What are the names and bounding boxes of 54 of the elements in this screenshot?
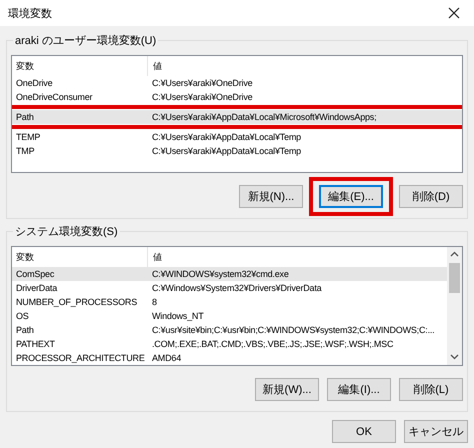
dialog-button[interactable]: 新規(N)... [239, 185, 303, 208]
list-row[interactable]: TMP C:¥Users¥araki¥AppData¥Local¥Temp [12, 144, 462, 158]
list-row[interactable]: PATHEXT .COM;.EXE;.BAT;.CMD;.VBS;.VBE;.JS;.JSE;.WSF;.WSH;.MSC [12, 337, 447, 351]
variable-value: C:¥Users¥araki¥AppData¥Local¥Microsoft¥WindowsApps; [152, 111, 378, 124]
variable-list[interactable] [11, 246, 463, 366]
variable-value: 8 [152, 296, 158, 309]
variable-name: DriverData [16, 282, 58, 295]
dialog-button[interactable]: 新規(W)... [255, 378, 319, 401]
group-label: システム環境変数(S) [13, 224, 120, 239]
variable-value: C:¥Users¥araki¥OneDrive [152, 77, 254, 90]
window-title: 環境変数 [8, 6, 52, 20]
variable-name: PROCESSOR_ARCHITECTURE [16, 352, 146, 365]
list-row[interactable]: NUMBER_OF_PROCESSORS 8 [12, 295, 447, 309]
variable-name: Path [16, 324, 35, 337]
list-row[interactable]: PROCESSOR_ARCHITECTURE AMD64 [12, 351, 447, 365]
variable-name: Path [16, 111, 35, 124]
variable-value: C:¥Windows¥System32¥Drivers¥DriverData [152, 282, 323, 295]
dialog-button[interactable]: 削除(D) [399, 185, 463, 208]
dialog-button[interactable]: 削除(L) [399, 378, 463, 401]
close-icon[interactable] [448, 7, 460, 19]
variable-value: C:¥Users¥araki¥AppData¥Local¥Temp [152, 131, 302, 144]
variable-name: ComSpec [16, 268, 56, 281]
list-row[interactable]: OS Windows_NT [12, 309, 447, 323]
variable-name: PATHEXT [16, 338, 56, 351]
list-row[interactable]: Path C:¥Users¥araki¥AppData¥Local¥Microsoft¥WindowsApps; [12, 110, 462, 124]
list-row[interactable]: OneDrive C:¥Users¥araki¥OneDrive [12, 76, 462, 90]
variable-name: OneDriveConsumer [16, 91, 94, 104]
dialog-button[interactable]: キャンセル [404, 420, 468, 443]
variable-name: TMP [16, 145, 36, 158]
variable-value: .COM;.EXE;.BAT;.CMD;.VBS;.VBE;.JS;.JSE;.WSF;.WSH;.MSC [152, 338, 394, 351]
variable-name: OneDrive [16, 77, 54, 90]
list-row[interactable]: OneDriveConsumer C:¥Users¥araki¥OneDrive [12, 90, 462, 104]
group-label: araki のユーザー環境変数(U) [13, 33, 158, 48]
list-row[interactable]: TEMP C:¥Users¥araki¥AppData¥Local¥Temp [12, 130, 462, 144]
list-row[interactable]: Path C:¥usr¥site¥bin;C:¥usr¥bin;C:¥WINDOWS¥system32;C:¥WINDOWS;C:... [12, 323, 447, 337]
list-row[interactable]: DriverData C:¥Windows¥System32¥Drivers¥DriverData [12, 281, 447, 295]
dialog-button[interactable]: OK [332, 420, 396, 443]
variable-value: C:¥WINDOWS¥system32¥cmd.exe [152, 268, 290, 281]
variable-name: NUMBER_OF_PROCESSORS [16, 296, 138, 309]
variable-value: C:¥Users¥araki¥OneDrive [152, 91, 254, 104]
scrollbar[interactable] [447, 247, 462, 365]
dialog-button[interactable]: 編集(I)... [327, 378, 391, 401]
variable-value: C:¥usr¥site¥bin;C:¥usr¥bin;C:¥WINDOWS¥system32;C:¥WINDOWS;C:... [152, 324, 436, 337]
variable-value: C:¥Users¥araki¥AppData¥Local¥Temp [152, 145, 302, 158]
column-header[interactable]: 変数 [16, 56, 148, 76]
dialog-button[interactable]: 編集(E)... [319, 185, 383, 208]
column-header[interactable]: 値 [153, 56, 458, 76]
variable-name: TEMP [16, 131, 42, 144]
variable-list[interactable] [11, 55, 463, 173]
variable-value: Windows_NT [152, 310, 205, 323]
variable-name: OS [16, 310, 30, 323]
list-row[interactable]: ComSpec C:¥WINDOWS¥system32¥cmd.exe [12, 267, 447, 281]
variable-value: AMD64 [152, 352, 182, 365]
column-header[interactable]: 値 [153, 247, 443, 267]
